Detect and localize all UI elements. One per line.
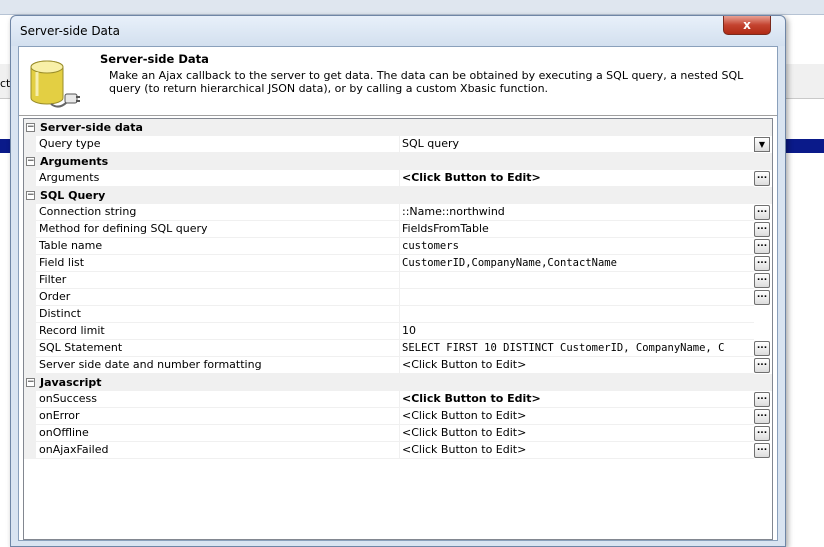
property-value[interactable]: <Click Button to Edit>: [399, 442, 754, 459]
property-value[interactable]: <Click Button to Edit>: [399, 391, 754, 408]
property-value[interactable]: [399, 306, 754, 323]
dialog-titlebar[interactable]: Server-side Data x: [11, 16, 785, 46]
edit-button[interactable]: ...: [754, 443, 770, 458]
property-name: Method for defining SQL query: [36, 221, 400, 238]
edit-button[interactable]: ...: [754, 341, 770, 356]
property-value[interactable]: customers: [399, 238, 754, 255]
collapse-icon[interactable]: −: [26, 191, 35, 200]
collapse-icon[interactable]: −: [26, 157, 35, 166]
property-name: onOffline: [36, 425, 400, 442]
edit-button[interactable]: ...: [754, 426, 770, 441]
property-value[interactable]: SELECT FIRST 10 DISTINCT CustomerID, Com…: [399, 340, 754, 357]
edit-button[interactable]: ...: [754, 290, 770, 305]
dialog-header: Server-side Data Make an Ajax callback t…: [19, 47, 777, 115]
header-title: Server-side Data: [100, 52, 209, 66]
server-side-data-dialog: Server-side Data x Server-side Data Make…: [10, 15, 786, 547]
property-name: Record limit: [36, 323, 400, 340]
property-value[interactable]: [399, 289, 754, 306]
dropdown-button[interactable]: ▼: [754, 137, 770, 152]
property-name: onError: [36, 408, 400, 425]
edit-button[interactable]: ...: [754, 256, 770, 271]
property-row-arguments[interactable]: Arguments <Click Button to Edit> ...: [24, 170, 772, 187]
property-name: Connection string: [36, 204, 400, 221]
header-description: Make an Ajax callback to the server to g…: [109, 69, 744, 95]
property-name: Arguments: [36, 170, 400, 187]
property-value[interactable]: 10: [399, 323, 754, 340]
category-label: Javascript: [40, 376, 102, 389]
property-name: Query type: [36, 136, 400, 153]
property-row-connection-string[interactable]: Connection string ::Name::northwind ...: [24, 204, 772, 221]
edit-button[interactable]: ...: [754, 171, 770, 186]
property-row-on-error[interactable]: onError <Click Button to Edit> ...: [24, 408, 772, 425]
property-name: Distinct: [36, 306, 400, 323]
property-row-distinct[interactable]: Distinct: [24, 306, 772, 323]
collapse-icon[interactable]: −: [26, 378, 35, 387]
category-label: Arguments: [40, 155, 109, 168]
property-name: SQL Statement: [36, 340, 400, 357]
property-value[interactable]: <Click Button to Edit>: [399, 408, 754, 425]
edit-button[interactable]: ...: [754, 205, 770, 220]
property-name: Filter: [36, 272, 400, 289]
background-right-area: [786, 153, 824, 531]
edit-button[interactable]: ...: [754, 392, 770, 407]
property-name: Field list: [36, 255, 400, 272]
close-icon: x: [743, 18, 751, 32]
header-separator: [19, 115, 777, 116]
property-row-formatting[interactable]: Server side date and number formatting <…: [24, 357, 772, 374]
property-value[interactable]: FieldsFromTable: [399, 221, 754, 238]
property-row-on-ajax-failed[interactable]: onAjaxFailed <Click Button to Edit> ...: [24, 442, 772, 459]
property-row-field-list[interactable]: Field list CustomerID,CompanyName,Contac…: [24, 255, 772, 272]
property-row-query-type[interactable]: Query type SQL query ▼: [24, 136, 772, 153]
property-row-table-name[interactable]: Table name customers ...: [24, 238, 772, 255]
database-icon: [30, 60, 80, 108]
category-label: SQL Query: [40, 189, 106, 202]
property-row-sql-statement[interactable]: SQL Statement SELECT FIRST 10 DISTINCT C…: [24, 340, 772, 357]
property-row-on-offline[interactable]: onOffline <Click Button to Edit> ...: [24, 425, 772, 442]
background-window-top: [0, 0, 824, 15]
property-value[interactable]: ::Name::northwind: [399, 204, 754, 221]
edit-button[interactable]: ...: [754, 273, 770, 288]
property-value[interactable]: <Click Button to Edit>: [399, 425, 754, 442]
close-button[interactable]: x: [723, 16, 771, 35]
category-sql-query[interactable]: − SQL Query: [24, 187, 772, 204]
edit-button[interactable]: ...: [754, 239, 770, 254]
category-javascript[interactable]: − Javascript: [24, 374, 772, 391]
property-name: onSuccess: [36, 391, 400, 408]
dialog-content: Server-side Data Make an Ajax callback t…: [18, 46, 778, 541]
edit-button[interactable]: ...: [754, 222, 770, 237]
category-arguments[interactable]: − Arguments: [24, 153, 772, 170]
property-name: Server side date and number formatting: [36, 357, 400, 374]
property-row-filter[interactable]: Filter ...: [24, 272, 772, 289]
collapse-icon[interactable]: −: [26, 123, 35, 132]
chevron-down-icon: ▼: [758, 140, 766, 149]
category-server-side-data[interactable]: − Server-side data: [24, 119, 772, 136]
property-value[interactable]: <Click Button to Edit>: [399, 170, 754, 187]
property-row-on-success[interactable]: onSuccess <Click Button to Edit> ...: [24, 391, 772, 408]
property-value[interactable]: <Click Button to Edit>: [399, 357, 754, 374]
property-grid: − Server-side data Query type SQL query …: [23, 118, 773, 540]
property-name: Order: [36, 289, 400, 306]
edit-button[interactable]: ...: [754, 409, 770, 424]
property-row-method[interactable]: Method for defining SQL query FieldsFrom…: [24, 221, 772, 238]
property-value[interactable]: CustomerID,CompanyName,ContactName: [399, 255, 754, 272]
category-label: Server-side data: [40, 121, 143, 134]
property-name: onAjaxFailed: [36, 442, 400, 459]
property-value[interactable]: SQL query: [399, 136, 754, 153]
property-row-order[interactable]: Order ...: [24, 289, 772, 306]
property-value[interactable]: [399, 272, 754, 289]
edit-button[interactable]: ...: [754, 358, 770, 373]
property-row-record-limit[interactable]: Record limit 10: [24, 323, 772, 340]
dialog-title: Server-side Data: [20, 24, 120, 38]
property-name: Table name: [36, 238, 400, 255]
